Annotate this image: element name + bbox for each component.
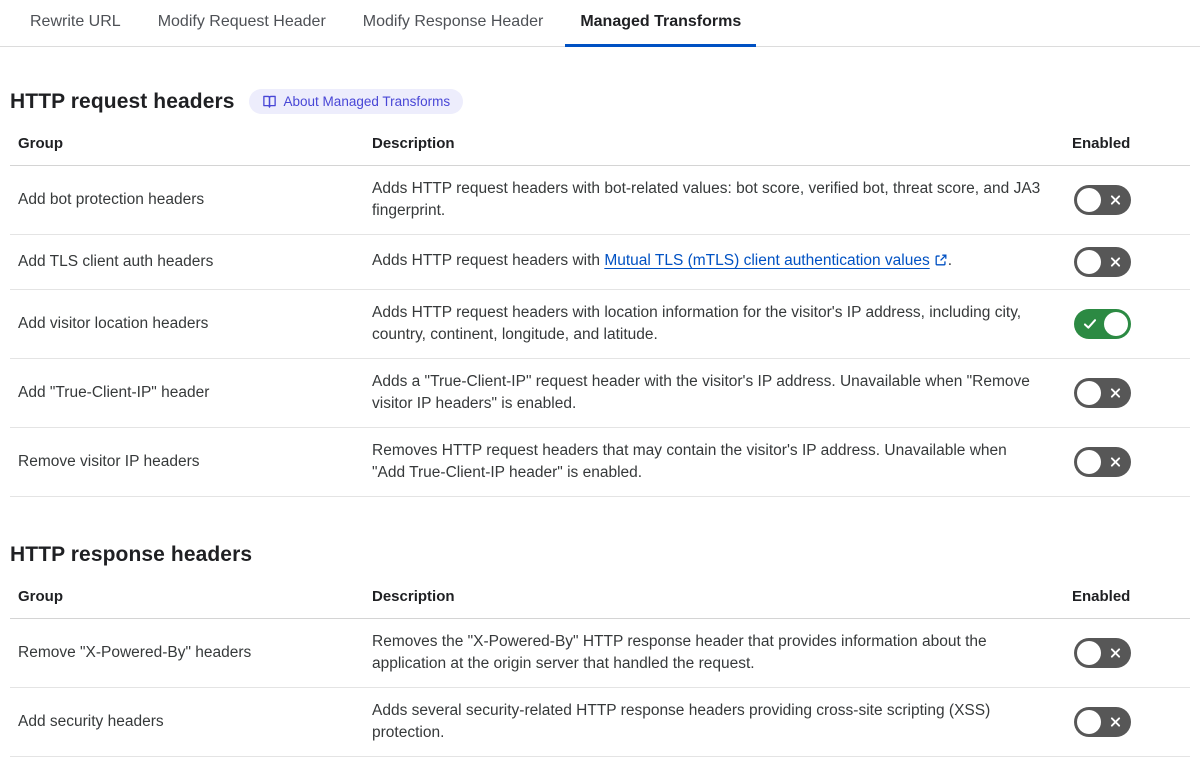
table-row-remove-visitor-ip-headers: Remove visitor IP headers Removes HTTP r… (10, 427, 1190, 497)
description-text: Adds HTTP request headers with location … (372, 289, 1072, 359)
toggle-add-bot-protection-headers[interactable] (1074, 185, 1131, 215)
about-managed-transforms-link[interactable]: About Managed Transforms (248, 89, 464, 114)
toggle-knob (1104, 312, 1128, 336)
toggle-knob (1077, 381, 1101, 405)
section-title-http-request-headers: HTTP request headers (10, 89, 235, 113)
book-icon (262, 94, 277, 109)
toggle-add-true-client-ip-header[interactable] (1074, 378, 1131, 408)
toggle-remove-x-powered-by-headers[interactable] (1074, 638, 1131, 668)
description-text: Removes the "X-Powered-By" HTTP response… (372, 618, 1072, 688)
section-title-http-response-headers: HTTP response headers (10, 543, 253, 566)
toggle-knob (1077, 641, 1101, 665)
mtls-client-auth-values-link[interactable]: Mutual TLS (mTLS) client authentication … (604, 252, 929, 269)
group-label: Add security headers (10, 687, 372, 757)
toggle-knob (1077, 250, 1101, 274)
table-row-remove-x-powered-by-headers: Remove "X-Powered-By" headers Removes th… (10, 618, 1190, 688)
x-icon (1110, 388, 1121, 398)
description-text: Adds a "True-Client-IP" request header w… (372, 358, 1072, 428)
response-headers-table: Group Description Enabled Remove "X-Powe… (10, 580, 1190, 757)
request-headers-table: Group Description Enabled Add bot protec… (10, 127, 1190, 497)
column-header-enabled: Enabled (1072, 127, 1190, 166)
tab-managed-transforms[interactable]: Managed Transforms (565, 0, 757, 47)
toggle-knob (1077, 188, 1101, 212)
x-icon (1110, 648, 1121, 658)
table-row-add-bot-protection-headers: Add bot protection headers Adds HTTP req… (10, 165, 1190, 235)
check-icon (1083, 319, 1097, 329)
description-suffix: . (947, 252, 953, 269)
x-icon (1110, 717, 1121, 727)
description-text: Adds HTTP request headers with bot-relat… (372, 165, 1072, 235)
table-row-add-true-client-ip-header: Add "True-Client-IP" header Adds a "True… (10, 358, 1190, 428)
group-label: Add visitor location headers (10, 289, 372, 359)
x-icon (1110, 457, 1121, 467)
description-text: Removes HTTP request headers that may co… (372, 427, 1072, 497)
external-link-icon (934, 252, 948, 274)
tab-rewrite-url[interactable]: Rewrite URL (15, 0, 136, 47)
group-label: Remove visitor IP headers (10, 427, 372, 497)
badge-label: About Managed Transforms (283, 94, 451, 109)
table-row-add-security-headers: Add security headers Adds several securi… (10, 687, 1190, 757)
x-icon (1110, 257, 1121, 267)
tab-modify-request-header[interactable]: Modify Request Header (143, 0, 341, 47)
description-prefix: Adds HTTP request headers with (372, 252, 605, 269)
table-row-add-tls-client-auth-headers: Add TLS client auth headers Adds HTTP re… (10, 234, 1190, 290)
request-section-header: HTTP request headers About Managed Trans… (0, 89, 1200, 114)
column-header-description: Description (372, 580, 1072, 619)
table-row-add-visitor-location-headers: Add visitor location headers Adds HTTP r… (10, 289, 1190, 359)
toggle-knob (1077, 710, 1101, 734)
description-text: Adds HTTP request headers with Mutual TL… (372, 234, 1072, 290)
group-label: Remove "X-Powered-By" headers (10, 618, 372, 688)
http-response-headers-section: HTTP response headers Group Description … (0, 543, 1200, 757)
description-text: Adds several security-related HTTP respo… (372, 687, 1072, 757)
tab-bar: Rewrite URL Modify Request Header Modify… (0, 0, 1200, 47)
group-label: Add bot protection headers (10, 165, 372, 235)
toggle-add-visitor-location-headers[interactable] (1074, 309, 1131, 339)
column-header-group: Group (10, 580, 372, 619)
response-section-header: HTTP response headers (0, 543, 1200, 567)
table-header-row: Group Description Enabled (10, 580, 1190, 619)
tab-modify-response-header[interactable]: Modify Response Header (348, 0, 559, 47)
http-request-headers-section: HTTP request headers About Managed Trans… (0, 89, 1200, 497)
toggle-remove-visitor-ip-headers[interactable] (1074, 447, 1131, 477)
toggle-add-tls-client-auth-headers[interactable] (1074, 247, 1131, 277)
group-label: Add "True-Client-IP" header (10, 358, 372, 428)
x-icon (1110, 195, 1121, 205)
toggle-knob (1077, 450, 1101, 474)
column-header-description: Description (372, 127, 1072, 166)
table-header-row: Group Description Enabled (10, 127, 1190, 166)
column-header-group: Group (10, 127, 372, 166)
group-label: Add TLS client auth headers (10, 234, 372, 290)
column-header-enabled: Enabled (1072, 580, 1190, 619)
toggle-add-security-headers[interactable] (1074, 707, 1131, 737)
